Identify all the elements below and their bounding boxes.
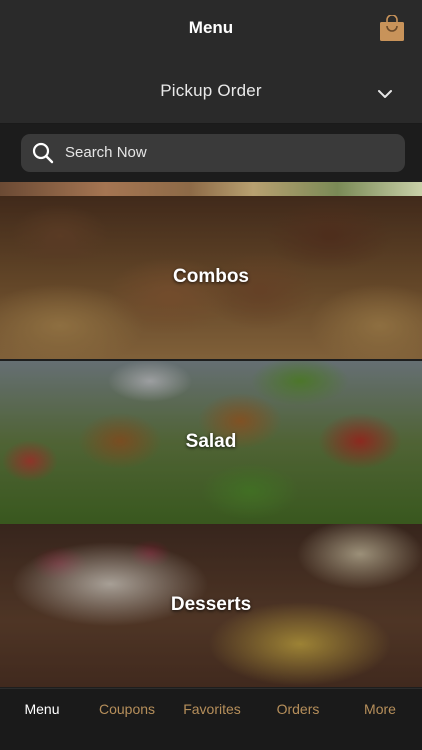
category-desserts[interactable]: Desserts: [0, 524, 422, 687]
tab-coupons[interactable]: Coupons: [85, 701, 169, 717]
search-area: Search Now: [0, 124, 422, 182]
search-icon: [32, 142, 54, 164]
order-type-selector[interactable]: Pickup Order: [0, 58, 422, 124]
top-nav-bar: Menu: [0, 0, 422, 58]
shopping-bag-icon[interactable]: [380, 14, 404, 41]
category-label: Desserts: [170, 594, 252, 615]
tab-orders[interactable]: Orders: [256, 701, 340, 717]
bottom-tab-bar: Menu Coupons Favorites Orders More: [0, 688, 422, 750]
search-placeholder: Search Now: [65, 144, 147, 161]
category-image-strip: [0, 182, 422, 196]
category-label: Combos: [173, 266, 249, 287]
category-label: Salad: [185, 431, 237, 452]
category-combos[interactable]: Combos: [0, 196, 422, 359]
search-input[interactable]: Search Now: [21, 134, 405, 172]
tab-more[interactable]: More: [338, 701, 422, 717]
category-salad[interactable]: Salad: [0, 361, 422, 524]
tab-menu[interactable]: Menu: [0, 701, 84, 717]
tab-favorites[interactable]: Favorites: [170, 701, 254, 717]
order-type-label: Pickup Order: [160, 81, 262, 100]
chevron-down-icon: [377, 86, 393, 98]
page-title: Menu: [188, 18, 234, 37]
